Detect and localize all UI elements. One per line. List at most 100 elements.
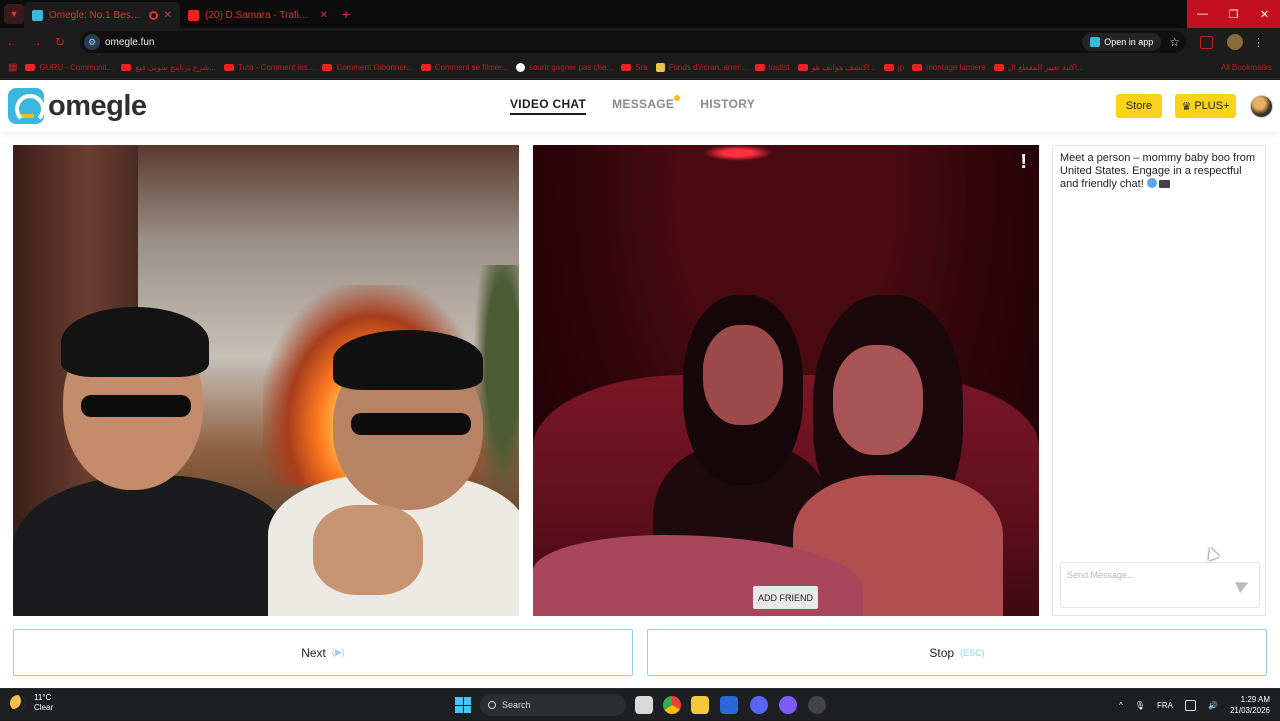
profile-icon[interactable] <box>1227 34 1243 50</box>
bookmark-item[interactable]: GURU - Communit... <box>21 63 117 72</box>
reload-icon[interactable]: ↻ <box>48 35 72 49</box>
bookmark-item[interactable]: اكتشف هواتف هو... <box>794 63 880 72</box>
apps-button[interactable]: ▦ <box>4 62 21 73</box>
date: 21/03/2026 <box>1229 706 1270 715</box>
nav-message[interactable]: MESSAGE <box>612 95 681 115</box>
app-icon[interactable] <box>779 696 797 714</box>
stop-label: Stop <box>929 645 955 660</box>
sunglasses <box>81 395 191 417</box>
report-button[interactable]: ! <box>1020 151 1027 174</box>
browser-menu-icon[interactable]: ⋮ <box>1253 36 1264 49</box>
bookmark-item[interactable]: tostist <box>751 63 794 72</box>
new-tab-icon[interactable]: + <box>342 6 350 22</box>
omegle-logo-icon <box>8 88 45 124</box>
bookmark-label: Comment se filmer... <box>434 62 509 72</box>
plus-label: PLUS+ <box>1194 100 1230 112</box>
back-icon[interactable]: ← <box>0 35 24 49</box>
hub-icon <box>655 62 665 72</box>
stop-button[interactable]: Stop (ESC) <box>647 629 1267 676</box>
bookmark-item[interactable]: Comment t'abonner... <box>318 63 416 72</box>
youtube-icon <box>754 63 765 71</box>
nav-video-chat[interactable]: VIDEO CHAT <box>510 97 587 115</box>
chrome-icon[interactable] <box>663 696 681 714</box>
omegle-page: omegle VIDEO CHAT MESSAGE HISTORY Store … <box>0 80 1280 688</box>
hand <box>313 505 423 595</box>
bookmark-item[interactable]: شرح برنامج سوني فيغ... <box>117 63 220 72</box>
forward-icon[interactable]: → <box>24 35 48 49</box>
bookmark-star-icon[interactable]: ☆ <box>1169 35 1180 49</box>
add-friend-button[interactable]: ADD FRIEND <box>753 586 818 609</box>
close-tab-icon[interactable]: ✕ <box>164 10 172 21</box>
chevron-up-icon[interactable]: ^ <box>1119 701 1123 710</box>
next-hint: (▶) <box>331 647 345 657</box>
restore-icon[interactable]: ❐ <box>1218 0 1249 28</box>
time: 1:29 AM <box>1240 695 1270 704</box>
youtube-icon <box>993 63 1004 71</box>
store-app-icon[interactable] <box>720 696 738 714</box>
close-tab-icon[interactable]: ✕ <box>320 10 328 21</box>
moon-icon <box>10 695 26 711</box>
close-window-icon[interactable]: ✕ <box>1249 0 1280 28</box>
app-icon <box>1090 37 1101 47</box>
discord-icon[interactable] <box>750 696 768 714</box>
logo-text: omegle <box>48 89 147 122</box>
bookmark-item[interactable]: Sra <box>617 63 651 72</box>
nav-history[interactable]: HISTORY <box>700 97 755 115</box>
youtube-icon <box>621 63 632 71</box>
google-icon <box>516 62 526 72</box>
file-explorer-icon[interactable] <box>691 696 709 714</box>
notification-dot <box>674 95 681 101</box>
youtube-icon <box>883 63 894 71</box>
tab-search-icon[interactable]: ▾ <box>4 4 24 24</box>
bookmark-item[interactable]: Comment se filmer... <box>417 63 512 72</box>
url-input[interactable]: ⚙ omegle.fun Open in app ☆ <box>80 31 1186 53</box>
main-nav: VIDEO CHAT MESSAGE HISTORY <box>510 95 755 115</box>
weather-widget[interactable]: 11°C Clear <box>10 693 53 713</box>
extensions-icon[interactable] <box>1200 35 1213 49</box>
greeting-text: Meet a person – mommy baby boo from Unit… <box>1060 152 1256 190</box>
settings-icon[interactable] <box>808 696 826 714</box>
bookmark-label: اكتبة تغيير المقطع ال... <box>1007 62 1084 72</box>
minimize-icon[interactable]: — <box>1187 0 1218 28</box>
open-in-app-label: Open in app <box>1104 37 1154 47</box>
microphone-icon[interactable]: 🎙 <box>1135 701 1145 710</box>
recording-icon <box>148 10 158 20</box>
bookmark-label: Comment t'abonner... <box>336 62 413 72</box>
omegle-logo[interactable]: omegle <box>8 88 147 124</box>
message-input[interactable] <box>1061 563 1231 587</box>
language-indicator[interactable]: FRA <box>1157 701 1173 710</box>
bookmark-label: sourir gagner pas che... <box>529 62 614 72</box>
bookmark-label: شرح برنامج سوني فيغ... <box>135 62 216 72</box>
person-right-hair <box>333 330 483 390</box>
plus-button[interactable]: ♛ PLUS+ <box>1175 94 1236 118</box>
url-text[interactable]: omegle.fun <box>105 37 1082 48</box>
bookmark-item[interactable]: sourir gagner pas che... <box>512 62 617 72</box>
task-view-icon[interactable] <box>635 696 653 714</box>
bookmark-item[interactable]: Fonds d'écran, arrer... <box>652 62 751 72</box>
tab-youtube[interactable]: (20) D.Samara - Trafiquant (Cl... ✕ <box>180 2 336 28</box>
next-button[interactable]: Next (▶) <box>13 629 633 676</box>
site-info-icon[interactable]: ⚙ <box>84 34 100 50</box>
bookmark-item[interactable]: اكتبة تغيير المقطع ال... <box>990 63 1088 72</box>
youtube-icon <box>121 63 132 71</box>
all-bookmarks-button[interactable]: All Bookmarks <box>1217 63 1276 72</box>
red-light <box>703 145 773 161</box>
weather-text: 11°C Clear <box>34 693 53 713</box>
bookmark-item[interactable]: jp <box>880 63 908 72</box>
store-button[interactable]: Store <box>1116 94 1162 118</box>
youtube-icon <box>797 63 808 71</box>
bookmark-item[interactable]: Tuto - Comment ins... <box>220 63 319 72</box>
network-icon[interactable] <box>1184 699 1196 711</box>
open-in-app-button[interactable]: Open in app <box>1082 33 1162 51</box>
user-avatar[interactable] <box>1250 95 1273 118</box>
tab-omegle[interactable]: Omegle: No.1 Best Random ... ✕ <box>24 2 180 28</box>
clock[interactable]: 1:29 AM 21/03/2026 <box>1230 694 1270 716</box>
person-left-body <box>13 475 293 616</box>
send-icon[interactable] <box>1235 577 1251 593</box>
person-right-face <box>833 345 923 455</box>
bookmark-item[interactable]: montage lumiere <box>908 63 990 72</box>
person-left-face <box>703 325 783 425</box>
taskbar-search[interactable]: Search <box>480 694 626 716</box>
volume-icon[interactable]: 🔊 <box>1208 701 1218 710</box>
windows-start-icon[interactable] <box>455 697 471 713</box>
